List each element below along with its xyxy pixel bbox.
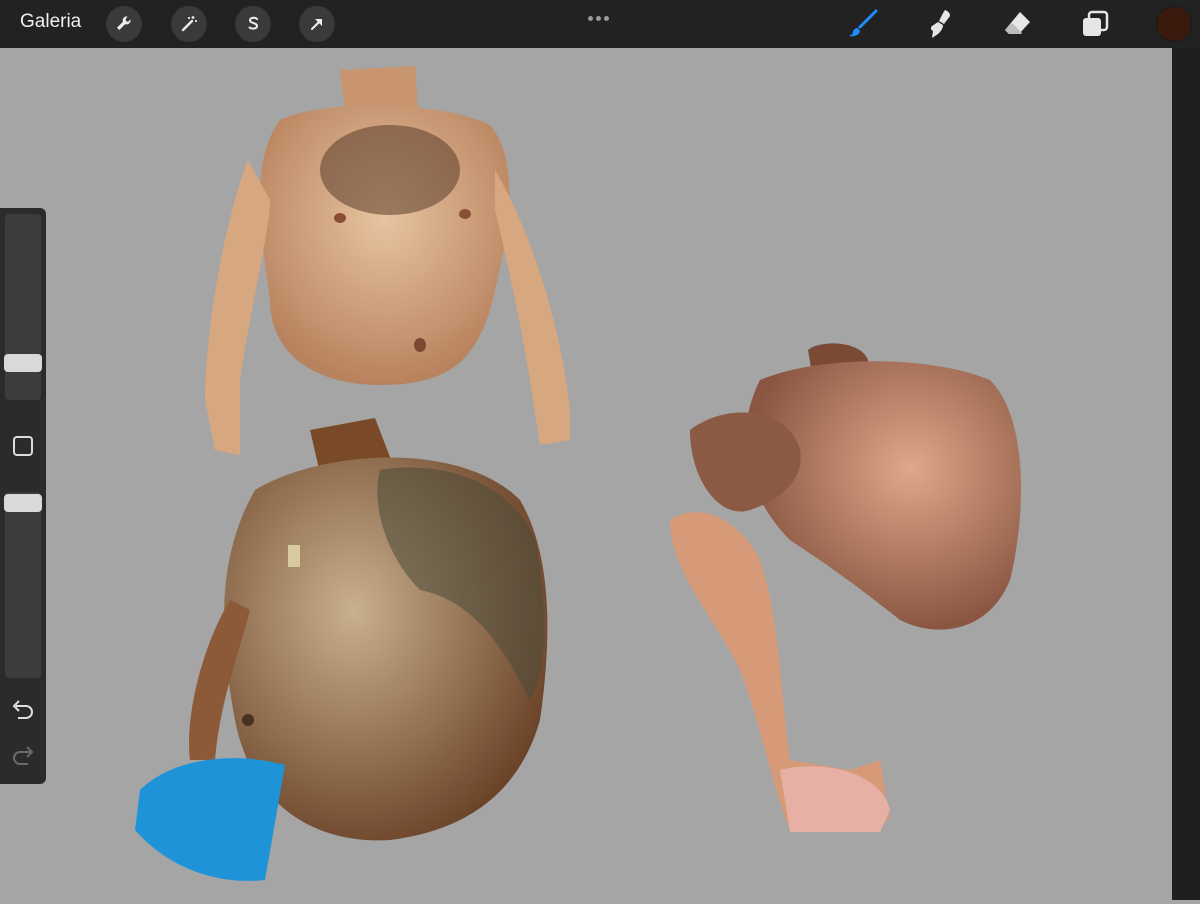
more-options-icon[interactable] <box>588 6 612 25</box>
undo-icon[interactable] <box>10 698 36 724</box>
smudge-icon[interactable] <box>922 8 956 40</box>
eraser-icon[interactable] <box>1000 8 1034 40</box>
right-edge-panel <box>1172 48 1200 900</box>
magic-wand-icon[interactable] <box>171 6 207 42</box>
gallery-button[interactable]: Galeria <box>20 11 81 33</box>
artwork <box>135 66 1022 881</box>
body-study-3 <box>670 343 1022 832</box>
top-toolbar: Galeria <box>0 0 1200 48</box>
arrow-transform-icon[interactable] <box>299 6 335 42</box>
opacity-slider[interactable] <box>4 492 42 678</box>
brush-size-thumb[interactable] <box>4 354 42 372</box>
wrench-icon[interactable] <box>106 6 142 42</box>
modify-square-icon[interactable] <box>13 436 33 456</box>
brush-icon[interactable] <box>846 8 880 40</box>
left-sidebar <box>0 208 46 784</box>
layers-icon[interactable] <box>1078 8 1112 40</box>
selection-s-icon[interactable] <box>235 6 271 42</box>
torso-study-2 <box>135 418 548 881</box>
redo-icon[interactable] <box>10 744 36 770</box>
torso-study-1 <box>205 66 570 455</box>
opacity-thumb[interactable] <box>4 494 42 512</box>
color-picker-button[interactable] <box>1156 6 1192 42</box>
brush-size-slider[interactable] <box>4 214 42 400</box>
drawing-canvas[interactable] <box>0 48 1172 900</box>
